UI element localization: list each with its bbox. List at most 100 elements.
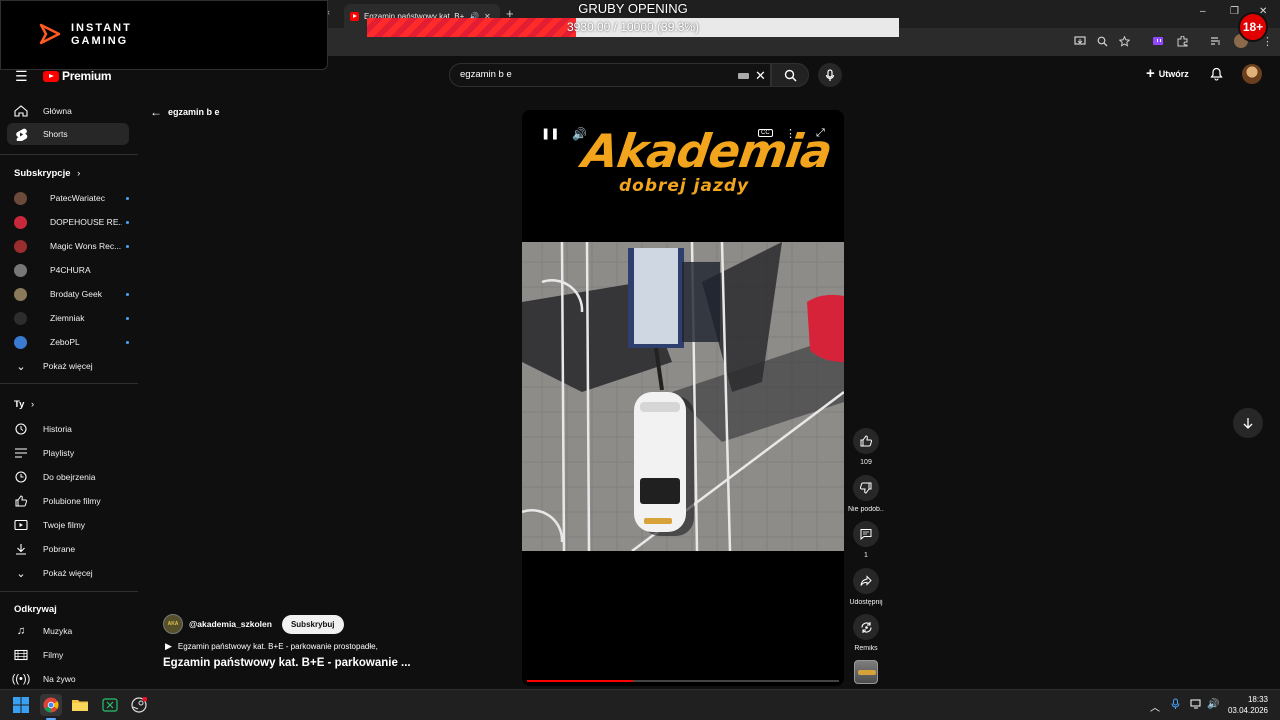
- minimize-button[interactable]: –: [1200, 6, 1206, 17]
- zoom-icon[interactable]: [1097, 36, 1108, 47]
- notifications-bell-icon[interactable]: [1210, 67, 1223, 81]
- sidebar-subscription-item[interactable]: ZeboPL: [7, 331, 129, 353]
- captions-icon[interactable]: CC: [758, 129, 773, 137]
- comments-count: 1: [864, 552, 868, 559]
- tray-overflow-icon[interactable]: ︿: [1150, 699, 1160, 714]
- comments-action[interactable]: 1: [848, 521, 884, 559]
- network-icon[interactable]: [1190, 699, 1202, 709]
- thumbs-up-icon: [15, 495, 28, 507]
- sidebar-item-playlists[interactable]: Playlisty: [7, 442, 129, 464]
- bookmark-star-icon[interactable]: [1119, 36, 1130, 47]
- steam-app-icon[interactable]: [128, 694, 150, 716]
- brand-line-2: GAMING: [71, 35, 129, 47]
- logo-title: Akademia: [579, 124, 835, 178]
- volume-icon[interactable]: 🔊: [572, 127, 587, 141]
- search-input[interactable]: [460, 69, 720, 80]
- sidebar-item-label: Muzyka: [43, 626, 73, 636]
- you-title: Ty: [14, 399, 25, 410]
- xbox-app-icon[interactable]: [99, 694, 121, 716]
- sidebar-item-label: Playlisty: [43, 448, 75, 458]
- more-options-icon[interactable]: ⋮: [785, 127, 796, 140]
- comments-button[interactable]: [853, 521, 879, 547]
- share-icon: [860, 575, 872, 586]
- sidebar-subscription-item[interactable]: P4CHURA: [7, 259, 129, 281]
- like-action[interactable]: 109: [848, 428, 884, 466]
- fullscreen-icon[interactable]: ⤢: [816, 127, 825, 140]
- create-button[interactable]: + Utwórz: [1146, 66, 1189, 81]
- subscription-label: Ziemniak: [50, 313, 85, 323]
- sidebar-subscription-item[interactable]: DOPEHOUSE RE...: [7, 211, 129, 233]
- music-note-icon: ♫: [16, 625, 26, 637]
- sidebar-subscription-item[interactable]: Magic Wons Rec...: [7, 235, 129, 257]
- sidebar-item-shorts[interactable]: Shorts: [7, 123, 129, 145]
- channel-handle[interactable]: @akademia_szkolen: [189, 619, 272, 629]
- account-avatar[interactable]: [1242, 64, 1262, 84]
- search-box: ✕: [449, 63, 771, 87]
- sidebar-item-liked[interactable]: Polubione filmy: [7, 490, 129, 512]
- sidebar-subscription-item[interactable]: PatecWariatec: [7, 187, 129, 209]
- sidebar-show-more-subs[interactable]: ⌄ Pokaż więcej: [7, 355, 129, 377]
- chrome-app-icon[interactable]: [40, 694, 62, 716]
- search-button[interactable]: [771, 63, 809, 87]
- sidebar-divider: [0, 383, 138, 384]
- system-clock[interactable]: 18:33 03.04.2026: [1226, 694, 1268, 716]
- youtube-logo[interactable]: Premium: [43, 69, 112, 83]
- video-progress-bar[interactable]: [527, 680, 839, 682]
- sidebar-subscription-item[interactable]: Ziemniak: [7, 307, 129, 329]
- new-content-dot: [126, 220, 129, 224]
- dislike-button[interactable]: [853, 475, 879, 501]
- short-title[interactable]: Egzamin państwowy kat. B+E - parkowanie …: [163, 657, 411, 669]
- back-to-search[interactable]: ← egzamin b e: [150, 105, 220, 119]
- subscribe-button[interactable]: Subskrybuj: [281, 614, 344, 634]
- sidebar-subscription-item[interactable]: Brodaty Geek: [7, 283, 129, 305]
- media-controls-icon[interactable]: [1210, 36, 1222, 47]
- restore-button[interactable]: ❐: [1230, 6, 1239, 17]
- shorts-video-player[interactable]: Akademia dobrej jazdy ❚❚ 🔊 CC ⋮ ⤢: [522, 110, 844, 686]
- you-heading[interactable]: Ty ›: [14, 399, 34, 410]
- sidebar-item-label: Polubione filmy: [43, 496, 101, 506]
- sidebar-item-movies[interactable]: Filmy: [7, 644, 129, 666]
- next-short-button[interactable]: [1233, 408, 1263, 438]
- microphone-tray-icon[interactable]: [1171, 698, 1180, 710]
- like-button[interactable]: [853, 428, 879, 454]
- share-action[interactable]: Udostępnij: [848, 568, 884, 606]
- channel-avatar[interactable]: AKA: [163, 614, 183, 634]
- remix-icon: [860, 621, 872, 633]
- sidebar-item-watch-later[interactable]: Do obejrzenia: [7, 466, 129, 488]
- related-video-link[interactable]: ▶ Egzamin państwowy kat. B+E - parkowani…: [165, 641, 378, 652]
- remix-button[interactable]: [853, 614, 879, 640]
- dislike-action[interactable]: Nie podob...: [848, 475, 884, 513]
- sidebar-item-label: Główna: [43, 106, 72, 116]
- create-label: Utwórz: [1158, 68, 1189, 79]
- youtube-play-icon: [43, 70, 59, 82]
- channel-avatar: [14, 191, 27, 205]
- subscriptions-heading[interactable]: Subskrypcje ›: [14, 168, 80, 179]
- share-button[interactable]: [853, 568, 879, 594]
- pause-icon[interactable]: ❚❚: [541, 127, 559, 140]
- sidebar-item-live[interactable]: ((•)) Na żywo: [7, 668, 129, 690]
- sidebar-item-home[interactable]: Główna: [7, 100, 129, 122]
- goal-progress-text: 3930.00 / 10000 (39.3%): [566, 20, 700, 34]
- audio-source-thumbnail[interactable]: [854, 660, 878, 684]
- youtube-favicon-icon: [350, 11, 359, 21]
- menu-hamburger-icon[interactable]: ☰: [15, 68, 28, 85]
- clear-search-icon[interactable]: ✕: [755, 68, 766, 84]
- voice-search-button[interactable]: [818, 63, 842, 87]
- sidebar-item-your-videos[interactable]: Twoje filmy: [7, 514, 129, 536]
- keyboard-icon[interactable]: [738, 73, 749, 79]
- volume-tray-icon[interactable]: 🔊: [1207, 699, 1219, 710]
- sidebar-item-music[interactable]: ♫ Muzyka: [7, 620, 129, 642]
- video-progress-fill: [527, 680, 634, 682]
- windows-start-icon[interactable]: [10, 694, 32, 716]
- sidebar-item-downloads[interactable]: Pobrane: [7, 538, 129, 560]
- install-app-icon[interactable]: [1074, 36, 1086, 47]
- sidebar-item-label: Filmy: [43, 650, 64, 660]
- sidebar-divider: [0, 154, 138, 155]
- remix-action[interactable]: Remiks: [848, 614, 884, 652]
- file-explorer-icon[interactable]: [69, 694, 91, 716]
- sidebar-show-more-you[interactable]: ⌄ Pokaż więcej: [7, 562, 129, 584]
- sidebar-divider: [0, 591, 138, 592]
- twitch-extension-icon[interactable]: [1152, 36, 1164, 47]
- extensions-icon[interactable]: [1176, 36, 1188, 47]
- sidebar-item-history[interactable]: Historia: [7, 418, 129, 440]
